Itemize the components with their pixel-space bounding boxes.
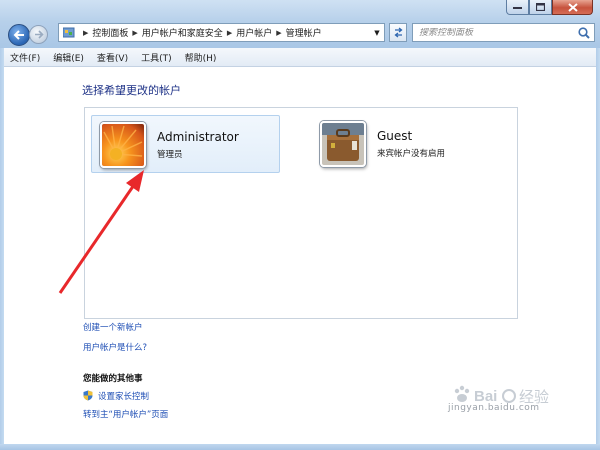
back-arrow-icon bbox=[13, 30, 24, 40]
avatar-suitcase bbox=[320, 121, 366, 167]
account-tile-guest[interactable]: Guest 来宾帐户没有启用 bbox=[312, 115, 492, 173]
account-type: 管理员 bbox=[157, 150, 183, 160]
close-icon bbox=[567, 2, 578, 12]
breadcrumb-control-panel[interactable]: 控制面板 bbox=[92, 26, 128, 39]
search-box[interactable] bbox=[412, 23, 595, 42]
maximize-button[interactable] bbox=[529, 0, 552, 15]
breadcrumb-separator-icon: ▶ bbox=[276, 28, 282, 37]
create-account-link[interactable]: 创建一个新帐户 bbox=[83, 321, 143, 333]
control-panel-icon bbox=[63, 27, 77, 39]
menu-view[interactable]: 查看(V) bbox=[97, 51, 128, 64]
back-button[interactable] bbox=[8, 24, 30, 46]
menu-bar: 文件(F) 编辑(E) 查看(V) 工具(T) 帮助(H) bbox=[4, 48, 596, 67]
breadcrumb-user-accounts[interactable]: 用户帐户 bbox=[236, 26, 272, 39]
breadcrumb-manage-accounts[interactable]: 管理帐户 bbox=[286, 26, 322, 39]
minimize-button[interactable] bbox=[506, 0, 529, 15]
other-tasks-heading: 您能做的其他事 bbox=[83, 374, 143, 384]
forward-arrow-icon bbox=[34, 30, 44, 39]
close-button[interactable] bbox=[552, 0, 593, 15]
account-name: Administrator bbox=[157, 130, 239, 144]
page-title: 选择希望更改的帐户 bbox=[82, 84, 181, 97]
breadcrumb-separator-icon: ▶ bbox=[132, 28, 138, 37]
parental-controls-link[interactable]: 设置家长控制 bbox=[98, 390, 149, 402]
menu-help[interactable]: 帮助(H) bbox=[185, 51, 217, 64]
address-bar[interactable]: ▶ 控制面板 ▶ 用户帐户和家庭安全 ▶ 用户帐户 ▶ 管理帐户 ▼ bbox=[58, 23, 385, 42]
what-is-user-account-link[interactable]: 用户帐户是什么? bbox=[83, 341, 147, 353]
menu-tools[interactable]: 工具(T) bbox=[141, 51, 172, 64]
maximize-icon bbox=[536, 3, 545, 11]
refresh-button[interactable] bbox=[389, 23, 407, 42]
caption-buttons bbox=[506, 0, 593, 16]
shield-icon bbox=[83, 390, 93, 401]
minimize-icon bbox=[513, 7, 522, 9]
breadcrumb-separator-icon: ▶ bbox=[226, 28, 233, 37]
window-frame-bottom bbox=[0, 444, 600, 450]
forward-button[interactable] bbox=[29, 25, 48, 44]
menu-file[interactable]: 文件(F) bbox=[10, 51, 40, 64]
watermark-url: jingyan.baidu.com bbox=[448, 403, 540, 413]
go-to-user-accounts-link[interactable]: 转到主“用户帐户”页面 bbox=[83, 408, 168, 420]
accounts-panel: Administrator 管理员 Guest 来宾帐户没有启用 bbox=[84, 107, 518, 319]
account-tile-administrator[interactable]: Administrator 管理员 bbox=[91, 115, 280, 173]
breadcrumb-user-accounts-family[interactable]: 用户帐户和家庭安全 bbox=[142, 26, 223, 39]
account-type: 来宾帐户没有启用 bbox=[377, 149, 446, 159]
window-frame-right bbox=[596, 48, 600, 450]
search-input[interactable] bbox=[419, 27, 569, 38]
menu-edit[interactable]: 编辑(E) bbox=[53, 51, 84, 64]
avatar-flower bbox=[100, 122, 146, 168]
breadcrumb-separator-icon: ▶ bbox=[83, 28, 89, 37]
refresh-icon bbox=[393, 27, 403, 38]
address-dropdown-icon[interactable]: ▼ bbox=[370, 24, 384, 41]
search-icon[interactable] bbox=[577, 26, 591, 40]
account-name: Guest bbox=[377, 129, 413, 143]
